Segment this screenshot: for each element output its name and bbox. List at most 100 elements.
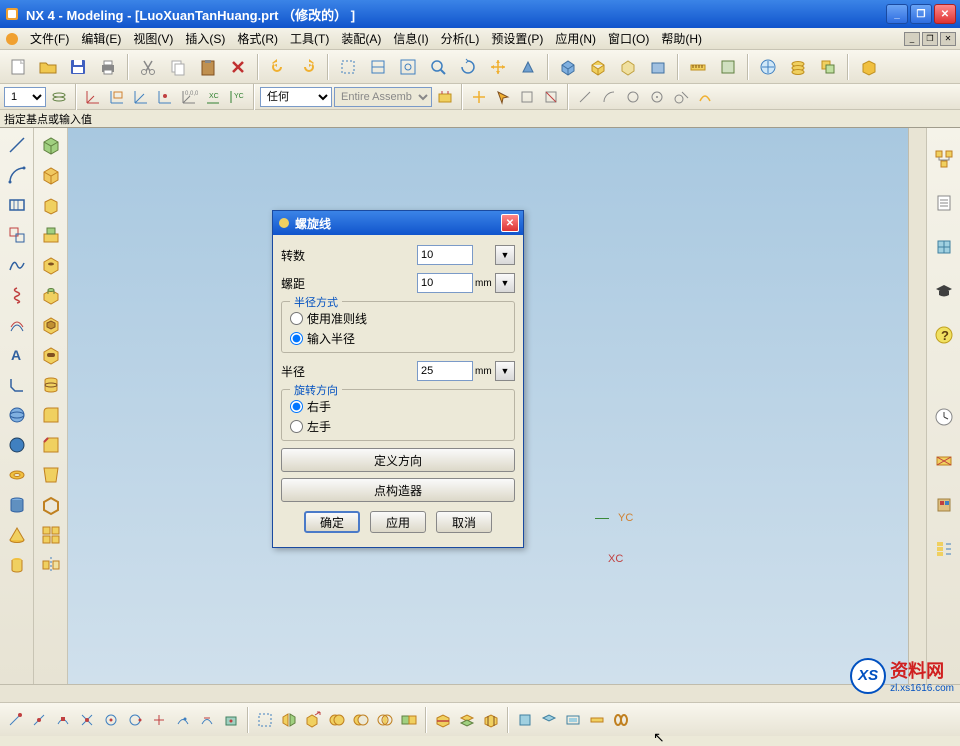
- left-hand-radio[interactable]: [290, 420, 303, 433]
- mirror-feature-icon[interactable]: [37, 552, 65, 578]
- arc-tool-icon[interactable]: [3, 162, 31, 188]
- text-tool-icon[interactable]: A: [3, 342, 31, 368]
- radius-input[interactable]: [417, 361, 473, 381]
- extrude-icon[interactable]: [37, 192, 65, 218]
- mdi-restore[interactable]: ❐: [922, 32, 938, 46]
- quickpick-icon[interactable]: [516, 86, 538, 108]
- edge-blend-icon[interactable]: [37, 402, 65, 428]
- rotate-button[interactable]: [454, 53, 482, 81]
- type-filter-combo[interactable]: 任何: [260, 87, 332, 107]
- pad-icon[interactable]: [37, 222, 65, 248]
- minimize-button[interactable]: _: [886, 4, 908, 24]
- layer-settings-icon[interactable]: [48, 86, 70, 108]
- menu-application[interactable]: 应用(N): [549, 28, 602, 49]
- revolve-tool-icon[interactable]: [3, 462, 31, 488]
- datum-plane-icon[interactable]: [106, 86, 128, 108]
- measure-button[interactable]: [684, 53, 712, 81]
- chamfer-tool-icon[interactable]: [3, 372, 31, 398]
- expression-button[interactable]: [714, 53, 742, 81]
- clock-icon[interactable]: [930, 404, 958, 430]
- circle2-icon[interactable]: [646, 86, 668, 108]
- menu-window[interactable]: 窗口(O): [602, 28, 655, 49]
- shaded-button[interactable]: [554, 53, 582, 81]
- graduate-icon[interactable]: [930, 278, 958, 304]
- print-button[interactable]: [94, 53, 122, 81]
- spline-tool-icon[interactable]: [3, 252, 31, 278]
- fit-button[interactable]: [394, 53, 422, 81]
- wireframe-button[interactable]: [584, 53, 612, 81]
- enter-radius-radio[interactable]: [290, 332, 303, 345]
- touch-button[interactable]: [334, 53, 362, 81]
- offset-curve-icon[interactable]: [3, 312, 31, 338]
- datum-axis-icon[interactable]: [130, 86, 152, 108]
- yc-icon[interactable]: YC: [226, 86, 248, 108]
- history-icon[interactable]: [930, 190, 958, 216]
- cut-button[interactable]: [134, 53, 162, 81]
- cancel-button[interactable]: 取消: [436, 511, 492, 533]
- xc-icon[interactable]: XC: [202, 86, 224, 108]
- instance-icon[interactable]: [37, 522, 65, 548]
- dialog-titlebar[interactable]: 螺旋线 ✕: [273, 211, 523, 235]
- curve-icon[interactable]: [694, 86, 716, 108]
- orient-button[interactable]: [854, 53, 882, 81]
- dialog-close-button[interactable]: ✕: [501, 214, 519, 232]
- point-constructor-button[interactable]: 点构造器: [281, 478, 515, 502]
- rectangle-tool-icon[interactable]: [3, 192, 31, 218]
- mdi-minimize[interactable]: _: [904, 32, 920, 46]
- cylinder-tool-icon[interactable]: [3, 492, 31, 518]
- helix-tool-icon[interactable]: [3, 282, 31, 308]
- deselect-icon[interactable]: [540, 86, 562, 108]
- menu-info[interactable]: 信息(I): [387, 28, 434, 49]
- block2-icon[interactable]: [37, 162, 65, 188]
- help-icon[interactable]: ?: [930, 322, 958, 348]
- groove-icon[interactable]: [37, 372, 65, 398]
- assembly-combo[interactable]: Entire Assemb: [334, 87, 432, 107]
- slot-icon[interactable]: [37, 342, 65, 368]
- radius-step-button[interactable]: ▼: [495, 361, 515, 381]
- pan-button[interactable]: [484, 53, 512, 81]
- select-general-icon[interactable]: [492, 86, 514, 108]
- ok-button[interactable]: 确定: [304, 511, 360, 533]
- sphere2-tool-icon[interactable]: [3, 432, 31, 458]
- right-hand-radio[interactable]: [290, 400, 303, 413]
- cone-tool-icon[interactable]: [3, 522, 31, 548]
- wcs-button[interactable]: [754, 53, 782, 81]
- close-button[interactable]: ✕: [934, 4, 956, 24]
- sphere-tool-icon[interactable]: [3, 402, 31, 428]
- line-tool-icon[interactable]: [3, 132, 31, 158]
- undo-button[interactable]: [264, 53, 292, 81]
- redo-button[interactable]: [294, 53, 322, 81]
- menu-help[interactable]: 帮助(H): [655, 28, 708, 49]
- menu-format[interactable]: 格式(R): [231, 28, 284, 49]
- save-button[interactable]: [64, 53, 92, 81]
- menu-insert[interactable]: 插入(S): [179, 28, 231, 49]
- menu-tools[interactable]: 工具(T): [284, 28, 335, 49]
- turns-input[interactable]: [417, 245, 473, 265]
- selection-scope-icon[interactable]: [434, 86, 456, 108]
- new-button[interactable]: [4, 53, 32, 81]
- menu-preferences[interactable]: 预设置(P): [485, 28, 549, 49]
- menu-analysis[interactable]: 分析(L): [435, 28, 486, 49]
- boss-icon[interactable]: [37, 282, 65, 308]
- pocket-icon[interactable]: [37, 312, 65, 338]
- define-direction-button[interactable]: 定义方向: [281, 448, 515, 472]
- block-icon[interactable]: [37, 132, 65, 158]
- maximize-button[interactable]: ❐: [910, 4, 932, 24]
- horizontal-scrollbar[interactable]: [0, 684, 960, 702]
- arc-icon[interactable]: [598, 86, 620, 108]
- navigator-tree-icon[interactable]: [930, 146, 958, 172]
- move-object-button[interactable]: [814, 53, 842, 81]
- pitch-step-button[interactable]: ▼: [495, 273, 515, 293]
- face-analysis-button[interactable]: [644, 53, 672, 81]
- reorder-icon[interactable]: [930, 536, 958, 562]
- line-icon[interactable]: [574, 86, 596, 108]
- open-button[interactable]: [34, 53, 62, 81]
- csys-icon[interactable]: [82, 86, 104, 108]
- zoom-button[interactable]: [424, 53, 452, 81]
- tangent-icon[interactable]: [670, 86, 692, 108]
- mdi-close[interactable]: ✕: [940, 32, 956, 46]
- showhide-button[interactable]: [364, 53, 392, 81]
- trim-tool-icon[interactable]: [3, 222, 31, 248]
- cylinder2-icon[interactable]: [3, 552, 31, 578]
- point-icon[interactable]: [154, 86, 176, 108]
